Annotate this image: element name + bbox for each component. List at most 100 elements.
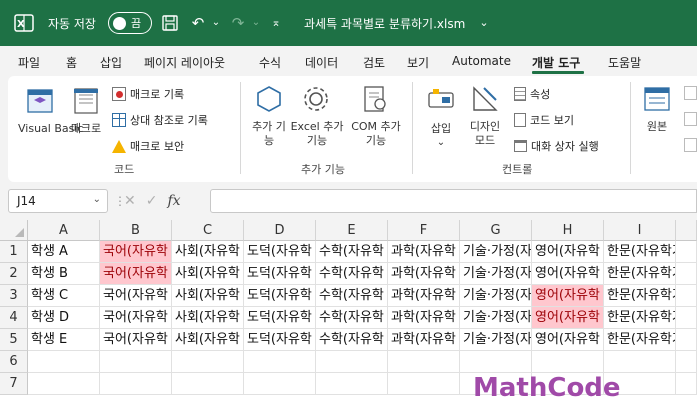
addins-button[interactable]: 추가 기능 (252, 120, 286, 148)
grid-cell[interactable] (604, 351, 676, 373)
column-header[interactable] (676, 220, 697, 241)
grid-cell[interactable]: 한문(자유학기 (604, 285, 676, 307)
grid-cell[interactable]: 기술·가정(자 (460, 263, 532, 285)
grid-cell[interactable]: 기술·가정(자 (460, 241, 532, 263)
grid-cell[interactable] (676, 263, 697, 285)
insert-control-button[interactable]: 삽입 (424, 122, 458, 136)
grid-cell[interactable]: 영어(자유학 (532, 241, 604, 263)
grid-cell[interactable]: 학생 E (28, 329, 100, 351)
cancel-icon[interactable]: ✕ (124, 193, 136, 209)
grid-cell[interactable]: 과학(자유학 (388, 241, 460, 263)
grid-cell[interactable] (172, 373, 244, 395)
grid-cell[interactable] (316, 373, 388, 395)
redo-dropdown-icon[interactable]: ⌄ (246, 13, 266, 33)
column-header[interactable]: G (460, 220, 532, 241)
grid-cell[interactable] (172, 351, 244, 373)
view-code-button[interactable]: 코드 보기 (514, 112, 574, 128)
column-header[interactable]: E (316, 220, 388, 241)
tab-help[interactable]: 도움말 (608, 54, 641, 71)
row-header[interactable]: 7 (0, 373, 28, 395)
save-icon[interactable] (160, 13, 180, 33)
tab-data[interactable]: 데이터 (305, 54, 338, 71)
grid-cell[interactable]: 한문(자유학기 (604, 241, 676, 263)
xml-source-button[interactable]: 원본 (640, 120, 674, 134)
xml-refresh-icon[interactable] (684, 138, 697, 152)
tab-file[interactable]: 파일 (18, 54, 40, 71)
column-header[interactable]: A (28, 220, 100, 241)
grid-cell[interactable]: 기술·가정(자 (460, 329, 532, 351)
grid-cell[interactable]: 한문(자유학기 (604, 263, 676, 285)
grid-cell[interactable] (676, 351, 697, 373)
run-dialog-button[interactable]: 대화 상자 실행 (514, 138, 599, 154)
grid-cell[interactable] (676, 329, 697, 351)
tab-view[interactable]: 보기 (407, 54, 429, 71)
grid-cell[interactable]: 한문(자유학기 (604, 307, 676, 329)
column-header[interactable]: I (604, 220, 676, 241)
grid-cell[interactable]: 사회(자유학 (172, 285, 244, 307)
grid-cell[interactable]: 국어(자유학 (100, 263, 172, 285)
grid-cell[interactable]: 사회(자유학 (172, 329, 244, 351)
insert-function-icon[interactable]: fx (167, 193, 180, 209)
grid-cell[interactable] (676, 285, 697, 307)
tab-insert[interactable]: 삽입 (100, 54, 122, 71)
grid-cell[interactable]: 학생 D (28, 307, 100, 329)
grid-cell[interactable]: 사회(자유학 (172, 263, 244, 285)
grid-cell[interactable]: 수학(자유학 (316, 285, 388, 307)
grid-cell[interactable]: 기술·가정(자 (460, 285, 532, 307)
tab-formulas[interactable]: 수식 (259, 54, 281, 71)
visual-basic-button[interactable]: Visual Basic (18, 122, 83, 136)
title-dropdown-icon[interactable]: ⌄ (474, 13, 494, 33)
row-header[interactable]: 5 (0, 329, 28, 351)
grid-cell[interactable]: 영어(자유학 (532, 285, 604, 307)
grid-cell[interactable]: 국어(자유학 (100, 307, 172, 329)
grid-cell[interactable] (244, 373, 316, 395)
row-header[interactable]: 1 (0, 241, 28, 263)
design-mode-button[interactable]: 디자인 모드 (464, 120, 506, 148)
grid-cell[interactable]: 기술·가정(자 (460, 307, 532, 329)
enter-icon[interactable]: ✓ (146, 193, 158, 209)
grid-cell[interactable]: 도덕(자유학 (244, 263, 316, 285)
grid-cell[interactable]: 영어(자유학 (532, 307, 604, 329)
grid-cell[interactable] (532, 351, 604, 373)
grid-cell[interactable]: 국어(자유학 (100, 241, 172, 263)
grid-cell[interactable] (676, 307, 697, 329)
formula-input[interactable] (210, 189, 697, 213)
grid-cell[interactable]: 한문(자유학기 (604, 329, 676, 351)
grid-cell[interactable] (388, 351, 460, 373)
grid-cell[interactable]: 사회(자유학 (172, 241, 244, 263)
grid-cell[interactable] (676, 373, 697, 395)
grid-cell[interactable]: 수학(자유학 (316, 241, 388, 263)
grid-cell[interactable] (28, 373, 100, 395)
grid-cell[interactable]: 도덕(자유학 (244, 329, 316, 351)
grid-cell[interactable]: 과학(자유학 (388, 307, 460, 329)
grid-cell[interactable]: 국어(자유학 (100, 285, 172, 307)
grid-cell[interactable]: 학생 A (28, 241, 100, 263)
column-header[interactable]: F (388, 220, 460, 241)
grid-cell[interactable] (388, 373, 460, 395)
excel-addins-button[interactable]: Excel 추가 기능 (290, 120, 344, 148)
column-header[interactable]: H (532, 220, 604, 241)
row-header[interactable]: 2 (0, 263, 28, 285)
row-header[interactable]: 3 (0, 285, 28, 307)
record-macro-button[interactable]: 매크로 기록 (112, 86, 184, 102)
properties-button[interactable]: 속성 (514, 86, 550, 102)
customize-toolbar-icon[interactable]: ⌅ (266, 13, 286, 33)
grid-cell[interactable]: 학생 C (28, 285, 100, 307)
document-title[interactable]: 과세특 과목별로 분류하기.xlsm (304, 15, 465, 32)
grid-cell[interactable]: 영어(자유학 (532, 329, 604, 351)
column-header[interactable]: D (244, 220, 316, 241)
grid-cell[interactable]: 영어(자유학 (532, 263, 604, 285)
insert-dropdown-icon[interactable]: ⌄ (424, 136, 458, 150)
autosave-toggle[interactable]: 끔 (108, 12, 152, 34)
macro-button[interactable]: 매크로 (64, 122, 108, 136)
tab-automate[interactable]: Automate (452, 54, 511, 68)
grid-cell[interactable]: 도덕(자유학 (244, 241, 316, 263)
grid-cell[interactable]: 수학(자유학 (316, 263, 388, 285)
grid-cell[interactable] (100, 373, 172, 395)
grid-cell[interactable]: 수학(자유학 (316, 329, 388, 351)
grid-cell[interactable]: 과학(자유학 (388, 329, 460, 351)
undo-dropdown-icon[interactable]: ⌄ (206, 13, 226, 33)
relative-reference-button[interactable]: 상대 참조로 기록 (112, 112, 208, 128)
grid-cell[interactable]: 도덕(자유학 (244, 285, 316, 307)
grid-cell[interactable]: 국어(자유학 (100, 329, 172, 351)
